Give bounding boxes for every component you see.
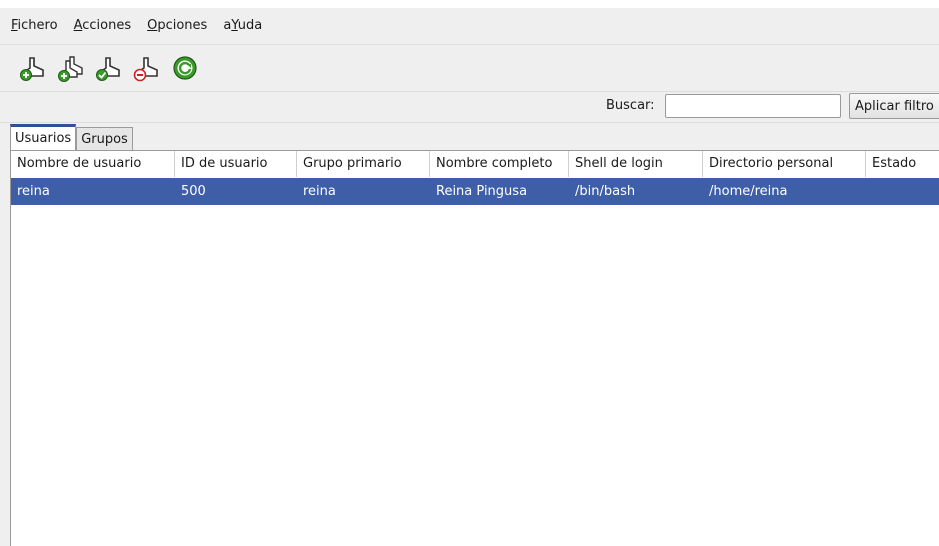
column-header-login-shell[interactable]: Shell de login: [569, 151, 703, 177]
apply-filter-button[interactable]: Aplicar filtro: [849, 93, 939, 119]
cell-username: reina: [17, 184, 50, 199]
menu-ayuda[interactable]: aYuda: [218, 16, 267, 36]
table-header: Nombre de usuario ID de usuario Grupo pr…: [11, 151, 939, 179]
tab-bar: Usuarios Grupos: [10, 124, 133, 150]
refresh-button[interactable]: [170, 53, 200, 83]
edit-user-button[interactable]: [94, 53, 124, 83]
column-header-username[interactable]: Nombre de usuario: [11, 151, 175, 177]
add-group-icon: [58, 56, 83, 82]
cell-user-id: 500: [181, 184, 206, 199]
search-label: Buscar:: [606, 98, 655, 113]
menu-fichero[interactable]: Fichero: [6, 16, 63, 36]
cell-home-directory: /home/reina: [709, 184, 788, 199]
add-user-icon: [20, 57, 44, 81]
search-input[interactable]: [665, 94, 841, 118]
user-manager-window: Fichero Acciones Opciones aYuda Buscar: …: [0, 0, 939, 546]
delete-user-icon: [133, 57, 158, 82]
cell-status: [866, 178, 872, 205]
add-user-button[interactable]: [18, 53, 48, 83]
search-bar: Buscar: Aplicar filtro: [0, 92, 939, 123]
tab-grupos[interactable]: Grupos: [76, 127, 133, 150]
users-table: Nombre de usuario ID de usuario Grupo pr…: [10, 150, 939, 546]
cell-primary-group: reina: [303, 184, 336, 199]
cell-full-name: Reina Pingusa: [436, 184, 528, 199]
top-gap: [0, 0, 939, 8]
column-header-primary-group[interactable]: Grupo primario: [297, 151, 430, 177]
column-header-user-id[interactable]: ID de usuario: [175, 151, 297, 177]
tab-usuarios[interactable]: Usuarios: [10, 124, 77, 150]
table-row[interactable]: reina 500 reina Reina Pingusa /bin/bash …: [11, 178, 939, 205]
column-header-home-directory[interactable]: Directorio personal: [703, 151, 866, 177]
column-header-full-name[interactable]: Nombre completo: [430, 151, 569, 177]
menu-opciones[interactable]: Opciones: [142, 16, 212, 36]
cell-login-shell: /bin/bash: [575, 184, 636, 199]
column-header-status[interactable]: Estado: [866, 151, 939, 177]
refresh-icon: [173, 56, 197, 80]
edit-user-icon: [96, 57, 120, 81]
menu-bar: Fichero Acciones Opciones aYuda: [0, 8, 939, 45]
delete-user-button[interactable]: [132, 53, 162, 83]
add-group-button[interactable]: [56, 53, 86, 83]
menu-acciones[interactable]: Acciones: [69, 16, 137, 36]
toolbar: [0, 45, 939, 92]
